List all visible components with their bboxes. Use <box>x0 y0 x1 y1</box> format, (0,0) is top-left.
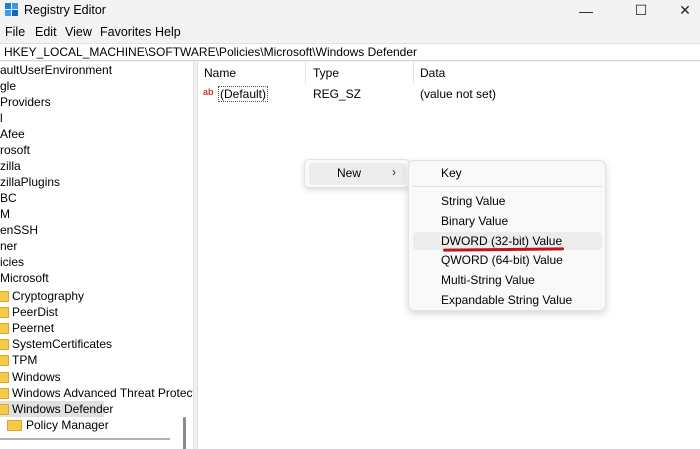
minimize-icon: — <box>579 2 593 19</box>
tree-item-policy-manager[interactable]: Policy Manager <box>0 417 180 433</box>
menu-view[interactable]: View <box>65 25 92 39</box>
value-name: (Default) <box>218 86 269 102</box>
tree-item-label: zilla <box>0 159 21 173</box>
tree-item-cryptography[interactable]: Cryptography <box>0 288 190 304</box>
close-icon: ✕ <box>679 2 691 18</box>
string-value-icon: ab <box>203 87 214 97</box>
context-menu: New › <box>304 159 410 188</box>
folder-icon <box>0 339 9 350</box>
tree-item-label: SystemCertificates <box>12 337 113 351</box>
tree-vertical-scrollbar[interactable] <box>183 417 186 449</box>
tree-item-label: Windows Defender <box>12 402 114 416</box>
tree-item-label: BC <box>0 191 17 205</box>
tree-item-label: gle <box>0 79 17 93</box>
submenu-item-qword-value[interactable]: QWORD (64-bit) Value <box>413 251 602 269</box>
column-header-type[interactable]: Type <box>313 66 339 80</box>
column-header-data[interactable]: Data <box>420 66 445 80</box>
submenu-item-multi-string-value[interactable]: Multi-String Value <box>413 271 602 289</box>
menu-help[interactable]: Help <box>155 25 181 39</box>
folder-icon <box>7 420 22 431</box>
folder-icon <box>0 372 9 383</box>
value-row[interactable]: ab (Default) REG_SZ (value not set) <box>198 84 700 102</box>
tree-item-label: Microsoft <box>0 271 49 285</box>
tree-item-label: Afee <box>0 127 25 141</box>
value-type: REG_SZ <box>313 87 362 101</box>
window-title: Registry Editor <box>24 3 106 17</box>
tree-item-label: TPM <box>12 353 38 367</box>
key-tree-pane[interactable]: aultUserEnvironment gle Providers l Afee… <box>0 62 193 449</box>
submenu-item-label: String Value <box>441 194 506 208</box>
title-bar: Registry Editor — ☐ ✕ <box>0 0 700 21</box>
tree-item-label: rosoft <box>0 143 31 157</box>
submenu-item-dword-value[interactable]: DWORD (32-bit) Value <box>413 232 602 252</box>
folder-icon <box>0 388 9 399</box>
tree-item-peernet[interactable]: Peernet <box>0 320 190 336</box>
submenu-item-key[interactable]: Key <box>413 164 602 182</box>
tree-item-windows-atp[interactable]: Windows Advanced Threat Protect <box>0 385 193 401</box>
submenu-item-label: DWORD (32-bit) Value <box>441 234 563 248</box>
menu-file[interactable]: File <box>5 25 25 39</box>
folder-icon <box>0 355 9 366</box>
submenu-item-label: Binary Value <box>441 214 509 228</box>
maximize-button[interactable]: ☐ <box>618 0 664 21</box>
folder-icon <box>0 323 9 334</box>
registry-editor-icon <box>5 3 18 16</box>
menu-favorites[interactable]: Favorites <box>100 25 151 39</box>
submenu-item-label: Multi-String Value <box>441 273 535 287</box>
submenu-item-string-value[interactable]: String Value <box>413 192 602 210</box>
submenu-separator <box>413 186 602 187</box>
folder-icon <box>0 404 9 415</box>
tree-item-label: enSSH <box>0 223 39 237</box>
tree-item-label: Windows Advanced Threat Protect <box>12 386 193 400</box>
tree-item-label: l <box>0 111 3 125</box>
context-menu-new-label: New <box>337 166 362 180</box>
chevron-right-icon: › <box>392 165 396 179</box>
submenu-item-label: Key <box>441 166 462 180</box>
minimize-button[interactable]: — <box>563 0 609 21</box>
tree-item-label: PeerDist <box>12 305 59 319</box>
tree-item-peerdist[interactable]: PeerDist <box>0 304 190 320</box>
tree-item-systemcertificates[interactable]: SystemCertificates <box>0 336 190 352</box>
new-submenu: Key String Value Binary Value DWORD (32-… <box>408 160 606 311</box>
address-bar[interactable]: HKEY_LOCAL_MACHINE\SOFTWARE\Policies\Mic… <box>0 43 700 61</box>
submenu-item-label: Expandable String Value <box>441 293 573 307</box>
submenu-item-label: QWORD (64-bit) Value <box>441 253 563 267</box>
tree-item-label: ner <box>0 239 18 253</box>
close-button[interactable]: ✕ <box>662 0 700 21</box>
tree-item-windows-defender[interactable]: Windows Defender <box>0 401 113 417</box>
column-separator[interactable] <box>305 62 306 84</box>
value-data: (value not set) <box>420 87 497 101</box>
tree-item-label: aultUserEnvironment <box>0 63 113 77</box>
tree-item-label: Peernet <box>12 321 55 335</box>
menu-bar: File Edit View Favorites Help <box>0 22 700 42</box>
folder-icon <box>0 291 9 302</box>
menu-edit[interactable]: Edit <box>35 25 57 39</box>
tree-item-label: Providers <box>0 95 51 109</box>
column-separator[interactable] <box>413 62 414 84</box>
tree-item-label: icies <box>0 255 25 269</box>
tree-item-label: Cryptography <box>12 289 85 303</box>
folder-icon <box>0 307 9 318</box>
maximize-icon: ☐ <box>634 2 648 18</box>
column-header-name[interactable]: Name <box>204 66 236 80</box>
tree-item-windows[interactable]: Windows <box>0 369 190 385</box>
tree-item-label: Windows <box>12 370 61 384</box>
tree-item-label: zillaPlugins <box>0 175 61 189</box>
tree-horizontal-scrollbar[interactable] <box>0 438 170 440</box>
tree-item-tpm[interactable]: TPM <box>0 352 190 368</box>
submenu-item-expandable-string-value[interactable]: Expandable String Value <box>413 291 602 309</box>
tree-item-label: Policy Manager <box>26 418 109 432</box>
submenu-item-binary-value[interactable]: Binary Value <box>413 212 602 230</box>
address-path: HKEY_LOCAL_MACHINE\SOFTWARE\Policies\Mic… <box>4 45 418 59</box>
tree-item-label: M <box>0 207 10 221</box>
